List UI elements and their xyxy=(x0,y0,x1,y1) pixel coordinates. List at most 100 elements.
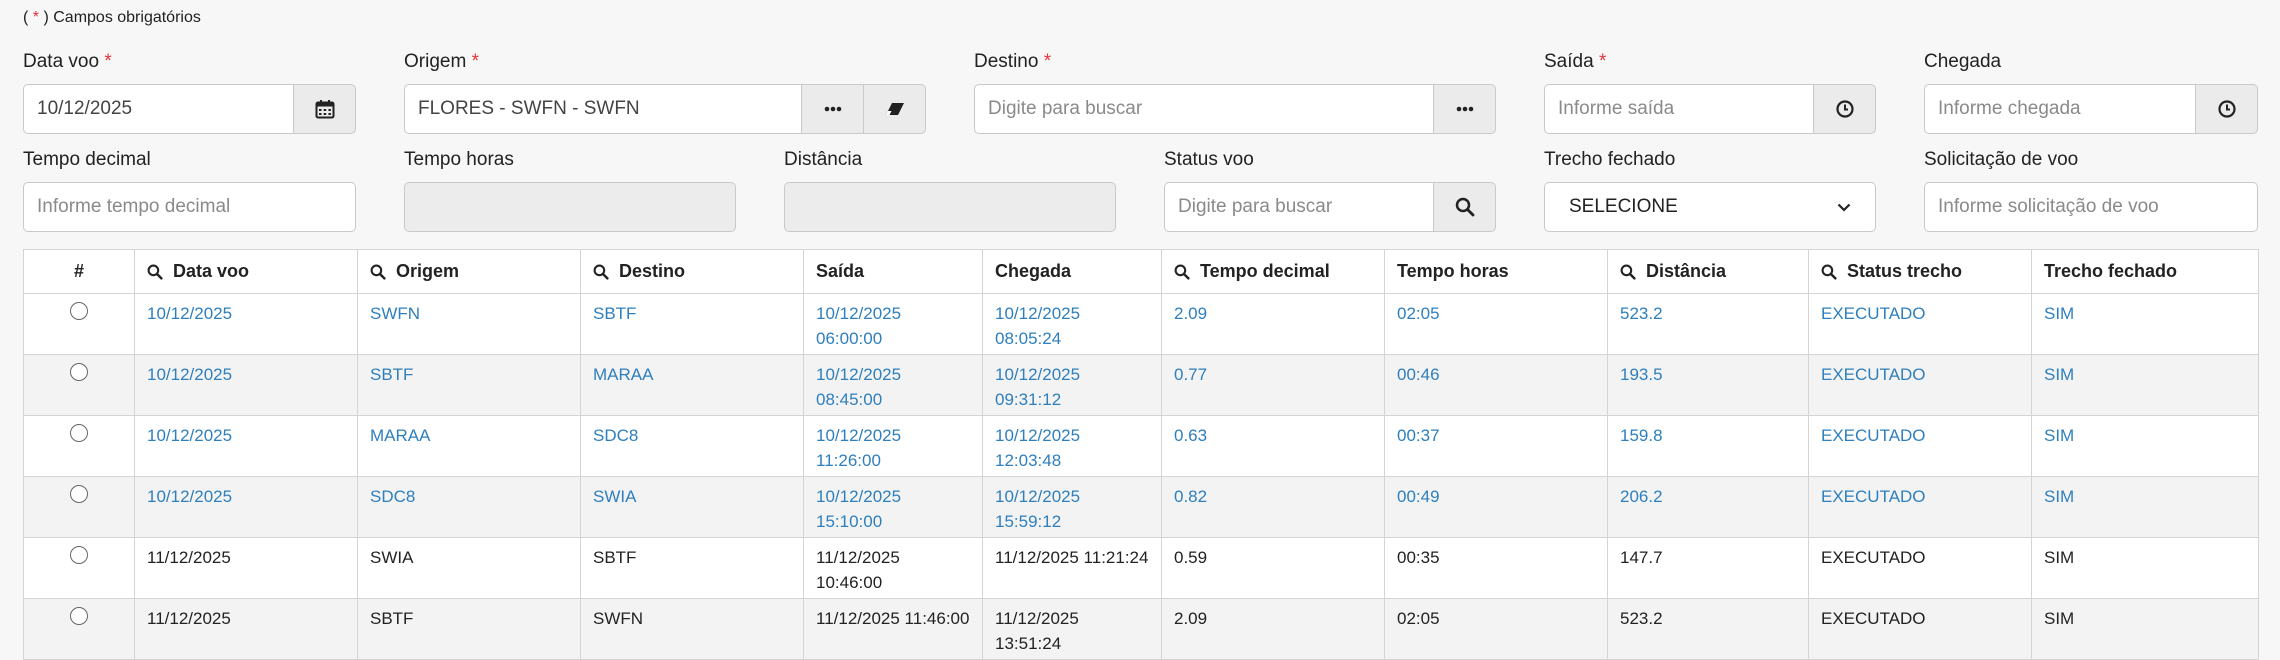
cell-destino[interactable]: SWFN xyxy=(580,598,804,660)
row-select-radio[interactable] xyxy=(70,607,88,625)
search-icon[interactable] xyxy=(593,264,609,280)
cell-status-trecho[interactable]: EXECUTADO xyxy=(1808,415,2032,477)
cell-tempo-horas[interactable]: 00:46 xyxy=(1384,354,1608,416)
cell-tempo-horas[interactable]: 00:49 xyxy=(1384,476,1608,538)
cell-distancia[interactable]: 147.7 xyxy=(1607,537,1809,599)
cell-status-trecho[interactable]: EXECUTADO xyxy=(1808,293,2032,355)
cell-tempo-decimal[interactable]: 0.63 xyxy=(1161,415,1385,477)
cell-tempo-decimal[interactable]: 2.09 xyxy=(1161,293,1385,355)
cell-saida[interactable]: 10/12/2025 11:26:00 xyxy=(803,415,983,477)
cell-origem[interactable]: SWFN xyxy=(357,293,581,355)
cell-destino[interactable]: SWIA xyxy=(580,476,804,538)
cell-trecho-fechado[interactable]: SIM xyxy=(2031,354,2259,416)
origem-clear-button[interactable] xyxy=(864,84,926,134)
cell-tempo-decimal[interactable]: 0.82 xyxy=(1161,476,1385,538)
origem-input[interactable] xyxy=(404,84,802,134)
cell-saida[interactable]: 10/12/2025 15:10:00 xyxy=(803,476,983,538)
cell-status-trecho[interactable]: EXECUTADO xyxy=(1808,354,2032,416)
cell-saida[interactable]: 10/12/2025 06:00:00 xyxy=(803,293,983,355)
cell-data-voo[interactable]: 10/12/2025 xyxy=(134,476,358,538)
cell-trecho-fechado[interactable]: SIM xyxy=(2031,598,2259,660)
row-select-radio[interactable] xyxy=(70,363,88,381)
cell-data-voo[interactable]: 11/12/2025 xyxy=(134,537,358,599)
cell-tempo-decimal[interactable]: 0.77 xyxy=(1161,354,1385,416)
cell-trecho-fechado[interactable]: SIM xyxy=(2031,476,2259,538)
cell-origem[interactable]: SBTF xyxy=(357,354,581,416)
status-voo-search-button[interactable] xyxy=(1434,182,1496,232)
cell-trecho-fechado[interactable]: SIM xyxy=(2031,537,2259,599)
cell-destino[interactable]: SBTF xyxy=(580,537,804,599)
cell-chegada[interactable]: 10/12/2025 15:59:12 xyxy=(982,476,1162,538)
saida-input[interactable] xyxy=(1544,84,1814,134)
cell-distancia[interactable]: 206.2 xyxy=(1607,476,1809,538)
table-row[interactable]: 11/12/2025 SBTF SWFN 11/12/2025 11:46:00… xyxy=(23,598,2259,660)
search-icon[interactable] xyxy=(1174,264,1190,280)
cell-tempo-horas[interactable]: 02:05 xyxy=(1384,598,1608,660)
row-select-radio[interactable] xyxy=(70,546,88,564)
cell-saida[interactable]: 11/12/2025 10:46:00 xyxy=(803,537,983,599)
solicitacao-voo-input[interactable] xyxy=(1924,182,2258,232)
calendar-button[interactable] xyxy=(294,84,356,134)
cell-saida[interactable]: 11/12/2025 11:46:00 xyxy=(803,598,983,660)
destino-search-button[interactable] xyxy=(1434,84,1496,134)
cell-origem[interactable]: MARAA xyxy=(357,415,581,477)
table-row[interactable]: 10/12/2025 SWFN SBTF 10/12/2025 06:00:00… xyxy=(23,293,2259,355)
search-icon[interactable] xyxy=(1620,264,1636,280)
column-header-destino[interactable]: Destino xyxy=(580,249,804,294)
cell-origem[interactable]: SDC8 xyxy=(357,476,581,538)
cell-distancia[interactable]: 193.5 xyxy=(1607,354,1809,416)
cell-distancia[interactable]: 159.8 xyxy=(1607,415,1809,477)
origem-search-button[interactable] xyxy=(802,84,864,134)
cell-chegada[interactable]: 11/12/2025 11:21:24 xyxy=(982,537,1162,599)
cell-tempo-horas[interactable]: 00:37 xyxy=(1384,415,1608,477)
cell-tempo-decimal[interactable]: 0.59 xyxy=(1161,537,1385,599)
search-icon[interactable] xyxy=(1821,264,1837,280)
table-row[interactable]: 10/12/2025 SDC8 SWIA 10/12/2025 15:10:00… xyxy=(23,476,2259,538)
tempo-decimal-input[interactable] xyxy=(23,182,356,232)
cell-data-voo[interactable]: 11/12/2025 xyxy=(134,598,358,660)
cell-trecho-fechado[interactable]: SIM xyxy=(2031,415,2259,477)
cell-destino[interactable]: SDC8 xyxy=(580,415,804,477)
cell-destino[interactable]: SBTF xyxy=(580,293,804,355)
trecho-fechado-select[interactable]: SELECIONE xyxy=(1544,182,1876,232)
column-header-tempo-decimal[interactable]: Tempo decimal xyxy=(1161,249,1385,294)
cell-tempo-decimal[interactable]: 2.09 xyxy=(1161,598,1385,660)
row-select-radio[interactable] xyxy=(70,302,88,320)
cell-distancia[interactable]: 523.2 xyxy=(1607,598,1809,660)
status-voo-input[interactable] xyxy=(1164,182,1434,232)
saida-clock-button[interactable] xyxy=(1814,84,1876,134)
row-select-radio[interactable] xyxy=(70,485,88,503)
cell-origem[interactable]: SWIA xyxy=(357,537,581,599)
cell-status-trecho[interactable]: EXECUTADO xyxy=(1808,476,2032,538)
search-icon[interactable] xyxy=(147,264,163,280)
chegada-clock-button[interactable] xyxy=(2196,84,2258,134)
cell-data-voo[interactable]: 10/12/2025 xyxy=(134,415,358,477)
cell-data-voo[interactable]: 10/12/2025 xyxy=(134,293,358,355)
column-header-data-voo[interactable]: Data voo xyxy=(134,249,358,294)
cell-tempo-horas[interactable]: 00:35 xyxy=(1384,537,1608,599)
cell-origem[interactable]: SBTF xyxy=(357,598,581,660)
cell-chegada[interactable]: 10/12/2025 12:03:48 xyxy=(982,415,1162,477)
column-header-distancia[interactable]: Distância xyxy=(1607,249,1809,294)
cell-distancia[interactable]: 523.2 xyxy=(1607,293,1809,355)
destino-input[interactable] xyxy=(974,84,1434,134)
cell-data-voo[interactable]: 10/12/2025 xyxy=(134,354,358,416)
cell-chegada[interactable]: 10/12/2025 09:31:12 xyxy=(982,354,1162,416)
cell-trecho-fechado[interactable]: SIM xyxy=(2031,293,2259,355)
search-icon[interactable] xyxy=(370,264,386,280)
chegada-input[interactable] xyxy=(1924,84,2196,134)
column-header-origem[interactable]: Origem xyxy=(357,249,581,294)
data-voo-input[interactable] xyxy=(23,84,294,134)
cell-chegada[interactable]: 11/12/2025 13:51:24 xyxy=(982,598,1162,660)
table-row[interactable]: 10/12/2025 MARAA SDC8 10/12/2025 11:26:0… xyxy=(23,415,2259,477)
cell-saida[interactable]: 10/12/2025 08:45:00 xyxy=(803,354,983,416)
cell-destino[interactable]: MARAA xyxy=(580,354,804,416)
cell-status-trecho[interactable]: EXECUTADO xyxy=(1808,598,2032,660)
table-row[interactable]: 11/12/2025 SWIA SBTF 11/12/2025 10:46:00… xyxy=(23,537,2259,599)
cell-tempo-horas[interactable]: 02:05 xyxy=(1384,293,1608,355)
table-row[interactable]: 10/12/2025 SBTF MARAA 10/12/2025 08:45:0… xyxy=(23,354,2259,416)
cell-chegada[interactable]: 10/12/2025 08:05:24 xyxy=(982,293,1162,355)
cell-status-trecho[interactable]: EXECUTADO xyxy=(1808,537,2032,599)
column-header-status-trecho[interactable]: Status trecho xyxy=(1808,249,2032,294)
row-select-radio[interactable] xyxy=(70,424,88,442)
